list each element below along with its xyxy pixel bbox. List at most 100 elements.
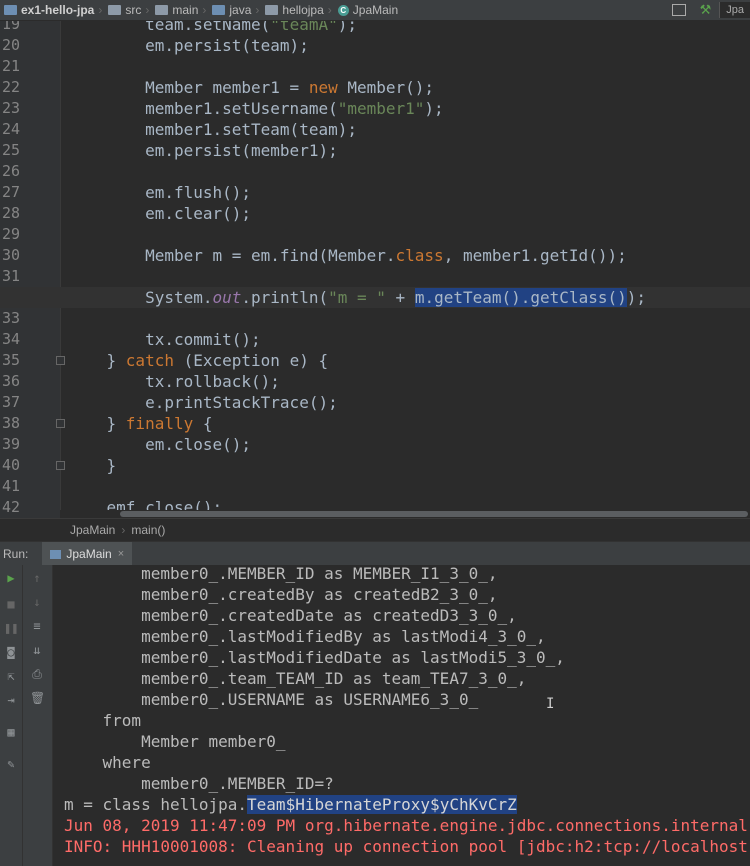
stop-icon[interactable]: ■ <box>4 597 18 611</box>
code-line[interactable]: } <box>68 455 117 476</box>
code-line[interactable]: team.setName("teamA"); <box>68 21 357 35</box>
print-icon[interactable]: ⎙ <box>30 667 44 681</box>
line-number: 25 <box>1 141 20 159</box>
console-text: member0_.MEMBER_ID as MEMBER_I1_3_0_, <box>64 565 498 583</box>
breadcrumb-method[interactable]: main() <box>131 523 165 537</box>
import-icon[interactable]: ⇥ <box>4 693 18 707</box>
console-text: member0_.createdBy as createdB2_3_0_, <box>64 585 498 604</box>
code-line[interactable]: Member m = em.find(Member.class, member1… <box>68 245 627 266</box>
package-icon <box>265 5 279 15</box>
line-number: 27 <box>1 183 20 201</box>
breadcrumb-separator: › <box>98 3 103 17</box>
code-line[interactable]: } catch (Exception e) { <box>68 350 329 371</box>
folder-icon <box>4 5 17 15</box>
breadcrumb-java[interactable]: java <box>208 3 253 17</box>
line-number: 21 <box>1 57 20 75</box>
run-toolbar: Run: JpaMain × <box>0 541 750 566</box>
console-line: member0_.MEMBER_ID=? <box>64 773 334 794</box>
scrollbar-thumb[interactable] <box>120 511 748 517</box>
line-number: 23 <box>1 99 20 117</box>
line-number: 39 <box>1 435 20 453</box>
breadcrumb-class[interactable]: JpaMain <box>70 523 115 537</box>
line-number: 26 <box>1 162 20 180</box>
breadcrumb-jpamain[interactable]: C JpaMain <box>334 3 400 17</box>
console-line: member0_.lastModifiedBy as lastModi4_3_0… <box>64 626 546 647</box>
line-number: 41 <box>1 477 20 495</box>
pause-icon[interactable]: ❚❚ <box>4 621 18 635</box>
line-number: 24 <box>1 120 20 138</box>
fold-marker-icon[interactable] <box>56 461 65 470</box>
run-tab-jpamain[interactable]: JpaMain × <box>42 542 133 566</box>
console-line: where <box>64 752 151 773</box>
line-number: 42 <box>1 498 20 516</box>
run-config-selector[interactable]: Jpa <box>719 2 750 18</box>
console-text: from <box>64 711 142 730</box>
run-icon[interactable]: ▶ <box>4 571 18 585</box>
breadcrumb-project[interactable]: ex1-hello-jpa <box>0 3 96 17</box>
hammer-icon[interactable]: ⚒ <box>700 2 712 18</box>
run-side-toolbar: ▶ ■ ❚❚ ◙ ⇱ ⇥ ▦ ✎ <box>0 565 23 866</box>
code-line[interactable]: tx.commit(); <box>68 329 261 350</box>
code-editor[interactable]: 19202122232425262728293031💡3233343536373… <box>0 21 750 518</box>
close-tab-icon[interactable]: × <box>118 548 124 560</box>
folder-icon <box>212 5 226 15</box>
line-number: 29 <box>1 225 20 243</box>
fold-marker-icon[interactable] <box>56 356 65 365</box>
exit-icon[interactable]: ⇱ <box>4 669 18 683</box>
code-line[interactable]: } finally { <box>68 413 213 434</box>
line-number: 28 <box>1 204 20 222</box>
breadcrumb-separator: › <box>327 3 332 17</box>
horizontal-scrollbar[interactable] <box>60 510 750 518</box>
folder-icon <box>108 5 122 15</box>
code-line[interactable]: System.out.println("m = " + m.getTeam().… <box>68 287 646 308</box>
breadcrumb-src[interactable]: src <box>104 3 143 17</box>
code-line[interactable]: em.persist(team); <box>68 35 309 56</box>
breadcrumb-hellojpa[interactable]: hellojpa <box>261 3 325 17</box>
code-line[interactable]: Member member1 = new Member(); <box>68 77 434 98</box>
arrow-down-icon[interactable]: ↓ <box>30 595 44 609</box>
line-number: 31 <box>1 267 20 285</box>
pin-icon[interactable]: ✎ <box>4 757 18 771</box>
console-side-toolbar: ↑ ↓ ≡ ⇊ ⎙ 🗑 <box>23 565 53 866</box>
line-number: 33 <box>1 309 20 327</box>
soft-wrap-icon[interactable]: ≡ <box>30 619 44 633</box>
console-line: member0_.lastModifiedDate as lastModi5_3… <box>64 647 565 668</box>
line-number: 22 <box>1 78 20 96</box>
console-line: member0_.createdBy as createdB2_3_0_, <box>64 584 497 605</box>
breadcrumb-separator: › <box>145 3 150 17</box>
console-line: member0_.MEMBER_ID as MEMBER_I1_3_0_, <box>64 565 497 584</box>
code-line[interactable]: e.printStackTrace(); <box>68 392 338 413</box>
line-number: 38 <box>1 414 20 432</box>
line-number: 20 <box>1 36 20 54</box>
code-line[interactable]: tx.rollback(); <box>68 371 280 392</box>
scroll-to-end-icon[interactable]: ⇊ <box>30 643 44 657</box>
line-number: 35 <box>1 351 20 369</box>
console-text: member0_.MEMBER_ID=? <box>64 774 334 793</box>
code-line[interactable]: em.persist(member1); <box>68 140 338 161</box>
console-text: member0_.lastModifiedBy as lastModi4_3_0… <box>64 627 546 646</box>
window-icon[interactable] <box>671 4 686 16</box>
console-text: Member member0_ <box>64 732 286 751</box>
code-line[interactable]: em.clear(); <box>68 203 251 224</box>
line-number: 19 <box>1 21 20 33</box>
console-text: m = class hellojpa. <box>64 795 248 814</box>
layout-icon[interactable]: ▦ <box>4 725 18 739</box>
breadcrumb-main[interactable]: main <box>151 3 200 17</box>
toolbar-right: ⚒ Jpa <box>665 0 750 20</box>
folder-icon <box>155 5 169 15</box>
console-output[interactable]: ▶ ■ ❚❚ ◙ ⇱ ⇥ ▦ ✎ ↑ ↓ ≡ ⇊ ⎙ 🗑 member0_.ME… <box>0 565 750 866</box>
run-config-icon <box>50 549 62 559</box>
console-text: where <box>64 753 151 772</box>
code-line[interactable]: em.close(); <box>68 434 251 455</box>
console-line: INFO: HHH10001008: Cleaning up connectio… <box>64 836 748 857</box>
code-line[interactable]: member1.setTeam(team); <box>68 119 357 140</box>
console-line: Jun 08, 2019 11:47:09 PM org.hibernate.e… <box>64 815 748 836</box>
fold-marker-icon[interactable] <box>56 419 65 428</box>
code-line[interactable]: em.flush(); <box>68 182 251 203</box>
trash-icon[interactable]: 🗑 <box>30 691 45 705</box>
navigation-bar: ex1-hello-jpa › src › main › java › hell… <box>0 0 750 21</box>
arrow-up-icon[interactable]: ↑ <box>30 571 44 585</box>
console-text: member0_.createdDate as createdD3_3_0_, <box>64 606 517 625</box>
code-line[interactable]: member1.setUsername("member1"); <box>68 98 444 119</box>
camera-icon[interactable]: ◙ <box>4 645 18 659</box>
